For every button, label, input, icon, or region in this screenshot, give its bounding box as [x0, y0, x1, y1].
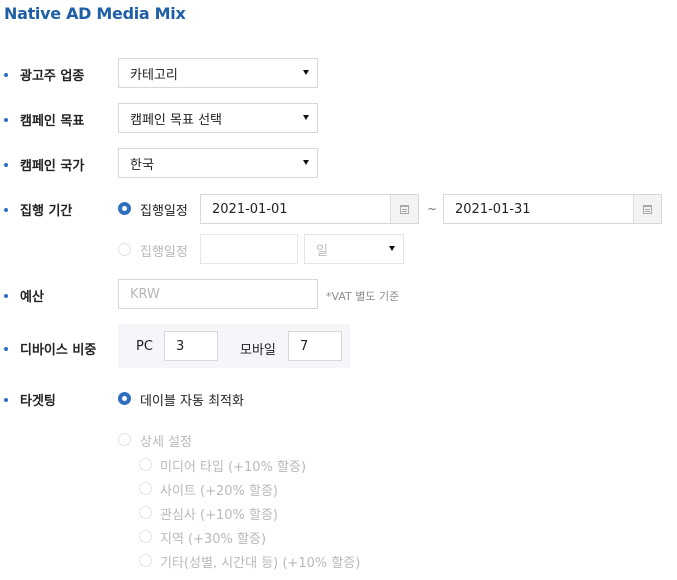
targeting-detail-label: 상세 설정	[140, 435, 192, 450]
targeting-option-radio[interactable]	[139, 506, 152, 519]
industry-label: 광고주 업종	[4, 65, 84, 84]
period-date-radio-label: 집행일정	[140, 204, 188, 219]
start-date-calendar-button[interactable]	[390, 195, 418, 223]
period-label-text: 집행 기간	[20, 204, 73, 219]
targeting-option-radio[interactable]	[139, 554, 152, 567]
period-unit-value: 일	[316, 243, 328, 259]
device-label: 디바이스 비중	[4, 339, 96, 358]
industry-select-value: 카테고리	[130, 67, 178, 83]
page-title: Native AD Media Mix	[4, 4, 186, 23]
mobile-ratio-input[interactable]: 7	[288, 331, 342, 361]
budget-input[interactable]: KRW	[118, 279, 318, 309]
industry-select[interactable]: 카테고리	[118, 58, 318, 88]
vat-note: *VAT 별도 기준	[326, 290, 400, 303]
start-date-field[interactable]: 2021-01-01	[200, 194, 419, 224]
budget-label-text: 예산	[20, 290, 44, 305]
country-label-text: 캠페인 국가	[20, 159, 85, 174]
targeting-option-radio[interactable]	[139, 530, 152, 543]
budget-label: 예산	[4, 286, 44, 305]
calendar-icon	[400, 204, 409, 214]
targeting-option-label: 사이트 (+20% 할증)	[160, 484, 278, 499]
country-label: 캠페인 국가	[4, 155, 84, 174]
targeting-auto-label: 데이블 자동 최적화	[140, 394, 244, 409]
period-days-radio[interactable]	[118, 243, 131, 256]
targeting-option-label: 기타(성별, 시간대 등) (+10% 할증)	[160, 556, 361, 571]
country-select-value: 한국	[130, 157, 154, 173]
targeting-option-label: 미디어 타입 (+10% 할증)	[160, 460, 307, 475]
chevron-down-icon	[303, 160, 309, 165]
period-label: 집행 기간	[4, 200, 72, 219]
bullet-icon	[4, 72, 8, 77]
bullet-icon	[4, 117, 8, 122]
chevron-down-icon	[303, 70, 309, 75]
goal-select[interactable]: 캠페인 목표 선택	[118, 103, 318, 133]
country-select[interactable]: 한국	[118, 148, 318, 178]
period-days-radio-label: 집행일정	[140, 245, 188, 260]
bullet-icon	[4, 346, 8, 351]
targeting-option-label: 관심사 (+10% 할증)	[160, 508, 278, 523]
pc-ratio-input[interactable]: 3	[164, 331, 218, 361]
end-date-calendar-button[interactable]	[633, 195, 661, 223]
mobile-label: 모바일	[240, 343, 276, 358]
date-separator: ~	[427, 202, 438, 216]
calendar-icon	[643, 204, 652, 214]
targeting-option-radio[interactable]	[139, 482, 152, 495]
pc-label: PC	[136, 339, 153, 354]
bullet-icon	[4, 397, 8, 402]
bullet-icon	[4, 207, 8, 212]
chevron-down-icon	[389, 246, 395, 251]
device-label-text: 디바이스 비중	[20, 343, 97, 358]
targeting-label-text: 타겟팅	[20, 394, 56, 409]
period-unit-select[interactable]: 일	[304, 234, 404, 264]
targeting-option-radio[interactable]	[139, 458, 152, 471]
goal-label: 캠페인 목표	[4, 110, 84, 129]
period-date-radio[interactable]	[118, 202, 131, 215]
targeting-auto-radio[interactable]	[118, 392, 131, 405]
targeting-label: 타겟팅	[4, 390, 56, 409]
industry-label-text: 광고주 업종	[20, 69, 85, 84]
targeting-detail-radio[interactable]	[118, 433, 131, 446]
targeting-option-label: 지역 (+30% 할증)	[160, 532, 267, 547]
bullet-icon	[4, 162, 8, 167]
start-date-value: 2021-01-01	[212, 201, 288, 217]
end-date-field[interactable]: 2021-01-31	[443, 194, 662, 224]
end-date-value: 2021-01-31	[455, 201, 531, 217]
chevron-down-icon	[303, 115, 309, 120]
bullet-icon	[4, 293, 8, 298]
period-days-input[interactable]	[200, 234, 298, 264]
goal-select-value: 캠페인 목표 선택	[130, 112, 222, 128]
goal-label-text: 캠페인 목표	[20, 114, 85, 129]
